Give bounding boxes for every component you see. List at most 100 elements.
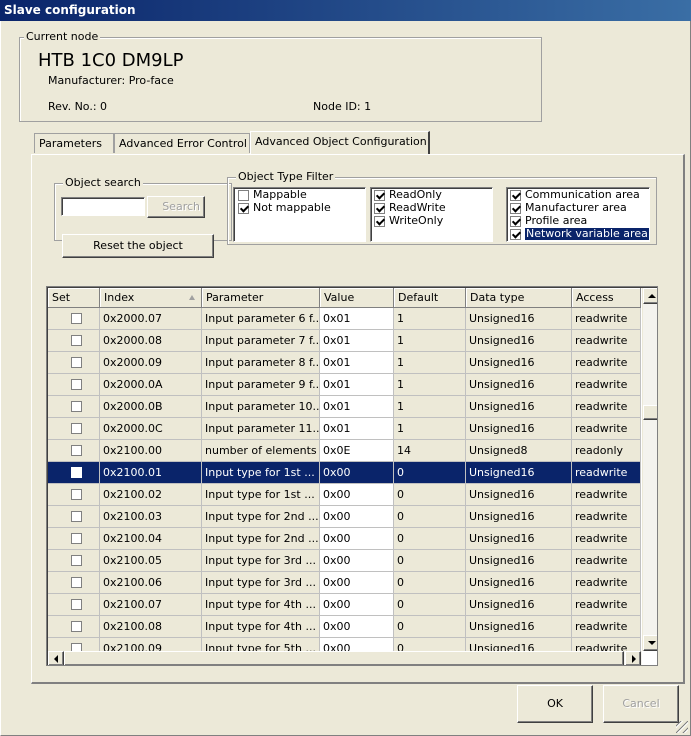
table-row[interactable]: 0x2100.09 Input type for 5th ... 0x00 0 Unsi… [48, 638, 641, 651]
column-value[interactable]: Value [320, 288, 394, 308]
value-cell[interactable]: 0x00 [320, 550, 394, 572]
table-row[interactable]: 0x2000.0B Input parameter 10... 0x01 1 Unsig… [48, 396, 641, 418]
set-checkbox[interactable] [71, 423, 82, 434]
table-row[interactable]: 0x2100.07 Input type for 4th ... 0x00 0 Unsi… [48, 594, 641, 616]
filter-not-mappable[interactable]: Not mappable [238, 202, 331, 214]
column-parameter[interactable]: Parameter [202, 288, 320, 308]
filter-writeonly[interactable]: WriteOnly [374, 215, 443, 227]
column-data-type[interactable]: Data type [466, 288, 572, 308]
set-checkbox[interactable] [71, 357, 82, 368]
set-checkbox[interactable] [71, 577, 82, 588]
search-button[interactable]: Search [147, 196, 205, 218]
filter-profile-area[interactable]: Profile area [510, 215, 587, 227]
set-checkbox[interactable] [71, 555, 82, 566]
set-checkbox[interactable] [71, 313, 82, 324]
set-checkbox[interactable] [71, 467, 82, 478]
value-cell[interactable]: 0x00 [320, 462, 394, 484]
communication-area-checkbox[interactable] [510, 189, 521, 201]
value-cell[interactable]: 0x01 [320, 418, 394, 440]
filter-readonly[interactable]: ReadOnly [374, 189, 442, 201]
mappable-checkbox[interactable] [238, 189, 249, 201]
writeonly-checkbox[interactable] [374, 215, 385, 227]
table-row[interactable]: 0x2100.06 Input type for 3rd ... 0x00 0 Unsi… [48, 572, 641, 594]
readonly-checkbox[interactable] [374, 189, 385, 201]
table-row[interactable]: 0x2000.09 Input parameter 8 f... 0x01 1 Unsi… [48, 352, 641, 374]
table-row[interactable]: 0x2000.08 Input parameter 7 f... 0x01 1 Unsi… [48, 330, 641, 352]
column-default[interactable]: Default [394, 288, 466, 308]
value-cell[interactable]: 0x00 [320, 506, 394, 528]
vertical-scrollbar[interactable] [642, 288, 657, 651]
object-type-filter-label: Object Type Filter [236, 170, 336, 183]
object-table[interactable]: Set Index Parameter Value Default Data t… [46, 286, 658, 666]
index-cell: 0x2100.05 [100, 550, 202, 572]
profile-area-checkbox[interactable] [510, 215, 521, 227]
filter-readwrite[interactable]: ReadWrite [374, 202, 446, 214]
filter-communication-area[interactable]: Communication area [510, 189, 640, 201]
horizontal-scrollbar[interactable] [48, 651, 642, 665]
data-type-cell: Unsigned16 [466, 594, 572, 616]
set-checkbox[interactable] [71, 379, 82, 390]
column-access[interactable]: Access [572, 288, 641, 308]
value-cell[interactable]: 0x00 [320, 572, 394, 594]
set-checkbox[interactable] [71, 511, 82, 522]
value-cell[interactable]: 0x01 [320, 374, 394, 396]
object-search-input[interactable] [61, 197, 145, 216]
table-row[interactable]: 0x2000.0A Input parameter 9 f... 0x01 1 Unsi… [48, 374, 641, 396]
scroll-right-icon[interactable] [625, 651, 641, 665]
parameter-cell: Input type for 2nd ... [202, 528, 320, 550]
scroll-up-icon[interactable] [643, 288, 657, 304]
value-cell[interactable]: 0x00 [320, 616, 394, 638]
set-checkbox[interactable] [71, 533, 82, 544]
set-checkbox[interactable] [71, 445, 82, 456]
table-row[interactable]: 0x2100.04 Input type for 2nd ... 0x00 0 Unsi… [48, 528, 641, 550]
vertical-scroll-thumb[interactable] [643, 405, 657, 420]
column-index[interactable]: Index [100, 288, 202, 308]
manufacturer-area-checkbox[interactable] [510, 202, 521, 214]
parameter-cell: Input parameter 10... [202, 396, 320, 418]
network-variable-area-checkbox[interactable] [510, 228, 521, 240]
table-row[interactable]: 0x2100.01 Input type for 1st ... 0x00 0 Unsi… [48, 462, 641, 484]
filter-network-variable-area[interactable]: Network variable area [510, 228, 649, 240]
table-row[interactable]: 0x2100.00 number of elements 0x0E 14 Unsigne… [48, 440, 641, 462]
set-checkbox[interactable] [71, 401, 82, 412]
set-checkbox[interactable] [71, 489, 82, 500]
column-set[interactable]: Set [48, 288, 100, 308]
value-cell[interactable]: 0x01 [320, 330, 394, 352]
set-checkbox[interactable] [71, 335, 82, 346]
table-row[interactable]: 0x2100.03 Input type for 2nd ... 0x00 0 Unsi… [48, 506, 641, 528]
tab-parameters[interactable]: Parameters [34, 133, 114, 153]
value-cell[interactable]: 0x01 [320, 352, 394, 374]
set-cell [48, 506, 100, 528]
table-row[interactable]: 0x2000.0C Input parameter 11... 0x01 1 Unsig… [48, 418, 641, 440]
cancel-button[interactable]: Cancel [603, 685, 679, 723]
value-cell[interactable]: 0x01 [320, 396, 394, 418]
value-cell[interactable]: 0x00 [320, 484, 394, 506]
value-cell[interactable]: 0x01 [320, 308, 394, 330]
scroll-left-icon[interactable] [48, 651, 64, 665]
ok-button[interactable]: OK [517, 685, 593, 723]
value-cell[interactable]: 0x00 [320, 528, 394, 550]
scroll-down-icon[interactable] [643, 635, 657, 651]
value-cell[interactable]: 0x00 [320, 638, 394, 651]
value-cell[interactable]: 0x00 [320, 594, 394, 616]
horizontal-scroll-thumb[interactable] [64, 651, 624, 665]
set-checkbox[interactable] [71, 643, 82, 651]
readwrite-checkbox[interactable] [374, 202, 385, 214]
resize-grip-icon[interactable] [676, 721, 688, 733]
set-checkbox[interactable] [71, 621, 82, 632]
filter-manufacturer-area[interactable]: Manufacturer area [510, 202, 627, 214]
table-row[interactable]: 0x2100.08 Input type for 4th ... 0x00 0 Unsi… [48, 616, 641, 638]
table-row[interactable]: 0x2100.05 Input type for 3rd ... 0x00 0 Unsi… [48, 550, 641, 572]
data-type-cell: Unsigned16 [466, 308, 572, 330]
table-row[interactable]: 0x2100.02 Input type for 1st ... 0x00 0 Unsi… [48, 484, 641, 506]
not-mappable-checkbox[interactable] [238, 202, 249, 214]
tab-advanced-error-control[interactable]: Advanced Error Control [114, 133, 250, 153]
default-cell: 1 [394, 396, 466, 418]
tab-advanced-object-configuration[interactable]: Advanced Object Configuration [250, 131, 430, 154]
set-checkbox[interactable] [71, 599, 82, 610]
reset-object-button[interactable]: Reset the object [62, 234, 214, 258]
table-row[interactable]: 0x2000.07 Input parameter 6 f... 0x01 1 Unsi… [48, 308, 641, 330]
filter-mappable[interactable]: Mappable [238, 189, 307, 201]
value-cell[interactable]: 0x0E [320, 440, 394, 462]
parameter-cell: Input type for 3rd ... [202, 550, 320, 572]
